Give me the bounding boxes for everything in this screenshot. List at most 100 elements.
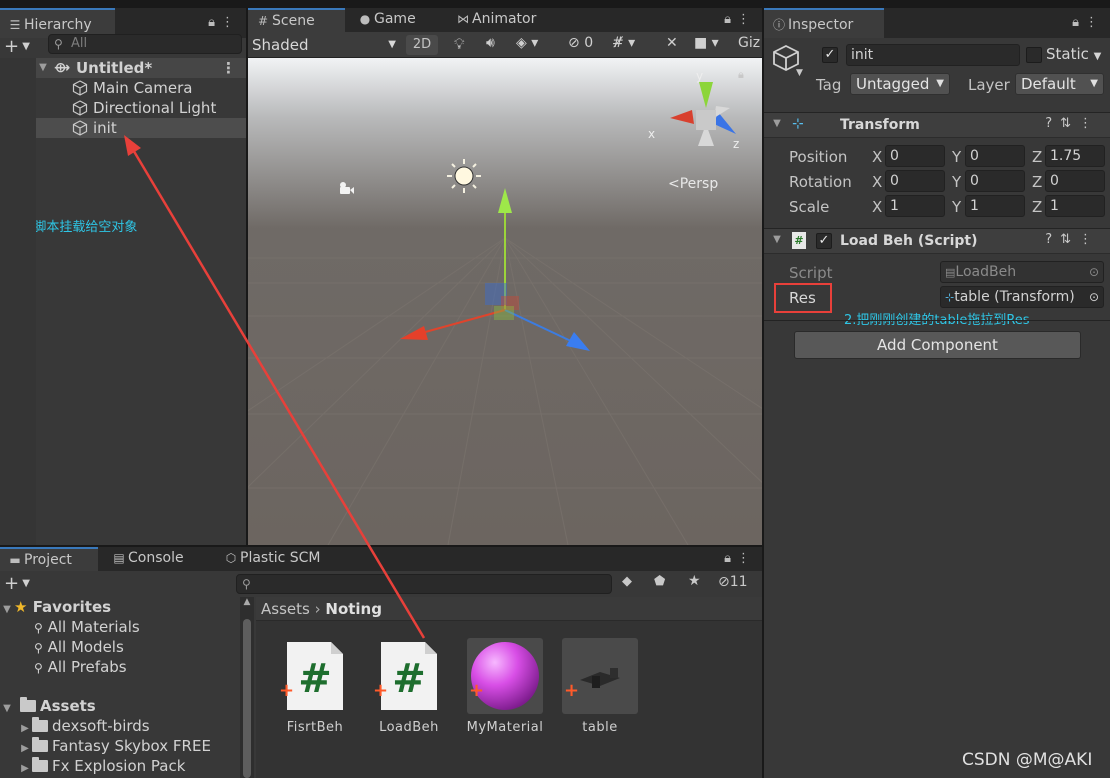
transform-header[interactable]: ▼ ⊹ Transform ?⇅⋮ [764, 112, 1110, 138]
scroll-thumb[interactable] [243, 619, 251, 778]
lock-and-menu-icon[interactable]: 🔒︎⋮ [724, 547, 756, 571]
expand-icon[interactable]: ▶ [18, 759, 32, 778]
layer-dropdown[interactable]: Default ▼ [1015, 73, 1104, 95]
script-component-header[interactable]: ▼ # ✓ Load Beh (Script) ?⇅⋮ [764, 228, 1110, 254]
folder-fx-explosion[interactable]: ▶ Fx Explosion Pack [0, 756, 240, 776]
script-value: LoadBeh [955, 264, 1017, 280]
rotation-x-field[interactable]: 0 [885, 170, 945, 192]
scale-y-field[interactable]: 1 [965, 195, 1025, 217]
collapse-icon[interactable]: ▼ [770, 234, 784, 245]
object-picker-icon[interactable]: ⊙ [1089, 262, 1099, 282]
component-actions-icon[interactable]: ?⇅⋮ [1045, 232, 1100, 247]
rotation-y-field[interactable]: 0 [965, 170, 1025, 192]
filter-by-label-icon[interactable]: ⬟ [654, 574, 665, 589]
scene-row[interactable]: ▼ ⟴ Untitled* ⋮ [0, 58, 246, 78]
axis-z-label: Z [1032, 173, 1043, 191]
gizmos-dropdown[interactable]: Giz [738, 35, 760, 51]
breadcrumb-current: Noting [325, 600, 382, 618]
favorites-row[interactable]: ▼ ★ Favorites [0, 597, 240, 617]
tab-scene[interactable]: # Scene [248, 8, 345, 32]
axis-x-label: X [872, 198, 883, 216]
shading-mode-value: Shaded [252, 36, 309, 54]
hierarchy-item-label: Main Camera [93, 79, 193, 97]
lighting-toggle-icon[interactable]: 💡︎ [454, 35, 465, 53]
folder-label: Fantasy Skybox FREE [52, 737, 211, 755]
rotation-z-field[interactable]: 0 [1045, 170, 1105, 192]
favorite-item-all-materials[interactable]: ⚲ All Materials [0, 617, 240, 637]
position-x-field[interactable]: 0 [885, 145, 945, 167]
scene-viewport[interactable]: y x z <Persp 🔒︎ [248, 58, 762, 545]
collapse-icon[interactable]: ▼ [770, 118, 784, 129]
tab-console[interactable]: ▤ Console [104, 547, 204, 571]
hierarchy-item-label: Directional Light [93, 99, 217, 117]
expand-icon[interactable]: ▼ [36, 58, 50, 78]
effects-toggle-icon[interactable]: ◈ ▾ [516, 35, 538, 51]
hierarchy-search-input[interactable]: ⚲ All [48, 34, 242, 54]
scroll-up-icon[interactable]: ▲ [240, 597, 254, 607]
hierarchy-tab-label: Hierarchy [24, 17, 92, 33]
object-name-field[interactable]: init [846, 44, 1020, 66]
object-picker-icon[interactable]: ⊙ [1089, 287, 1099, 307]
tag-dropdown[interactable]: Untagged ▼ [850, 73, 950, 95]
scene-menu-icon[interactable]: ⋮ [221, 58, 236, 78]
hidden-objects-toggle[interactable]: ⊘ 0 [568, 35, 593, 51]
folder-fantasy-skybox[interactable]: ▶ Fantasy Skybox FREE [0, 736, 240, 756]
audio-toggle-icon[interactable]: 🔊︎ [486, 35, 495, 51]
filter-by-type-icon[interactable]: ◆ [622, 574, 632, 589]
tools-icon[interactable]: ✕ [666, 35, 678, 51]
hierarchy-item-init[interactable]: init [0, 118, 246, 138]
folder-icon [32, 757, 48, 772]
static-checkbox[interactable] [1026, 47, 1042, 63]
favorite-item-all-models[interactable]: ⚲ All Models [0, 637, 240, 657]
asset-item-mymaterial[interactable]: + MyMaterial [465, 638, 545, 735]
lock-view-icon[interactable]: 🔒︎ [738, 68, 744, 81]
hidden-packages-toggle[interactable]: ⊘11 [718, 574, 748, 590]
scale-z-field[interactable]: 1 [1045, 195, 1105, 217]
asset-item-loadbeh[interactable]: # + LoadBeh [369, 638, 449, 735]
shading-mode-dropdown[interactable]: Shaded ▼ [252, 35, 398, 55]
tab-project[interactable]: ▬ Project [0, 547, 98, 571]
active-checkbox[interactable]: ✓ [822, 47, 838, 63]
position-z-field[interactable]: 1.75 [1045, 145, 1105, 167]
add-object-button[interactable]: + ▼ [4, 36, 30, 57]
inspector-tab-label: Inspector [788, 17, 854, 33]
breadcrumb-root[interactable]: Assets [261, 600, 310, 618]
camera-icon[interactable]: ■ ▾ [694, 35, 719, 51]
lock-and-menu-icon[interactable]: 🔒︎⋮ [724, 8, 756, 32]
tab-game[interactable]: ● Game [350, 8, 440, 32]
asset-item-table[interactable]: + table [560, 638, 640, 735]
icon-picker-caret[interactable]: ▼ [796, 68, 803, 78]
project-search-input[interactable]: ⚲ [236, 574, 612, 594]
layer-value: Default [1021, 75, 1076, 93]
assets-root-row[interactable]: ▼ Assets [0, 696, 240, 716]
static-dropdown[interactable]: Static ▼ [1046, 45, 1101, 63]
component-actions-icon[interactable]: ?⇅⋮ [1045, 116, 1100, 131]
tab-animator[interactable]: ⋈ Animator [448, 8, 558, 32]
hierarchy-item-directional-light[interactable]: Directional Light [0, 98, 246, 118]
tab-inspector[interactable]: ⓘ Inspector [764, 8, 884, 38]
create-asset-button[interactable]: + ▼ [4, 573, 30, 594]
toggle-2d-button[interactable]: 2D [406, 35, 438, 55]
favorite-item-all-prefabs[interactable]: ⚲ All Prefabs [0, 657, 240, 677]
hierarchy-panel: ☰ Hierarchy 🔒︎⋮ + ▼ ⚲ All ▼ ⟴ Untitled* ⋮ … [0, 8, 246, 545]
project-tree: ▼ ★ Favorites ⚲ All Materials ⚲ All Model… [0, 597, 240, 778]
component-enabled-checkbox[interactable]: ✓ [816, 233, 832, 249]
persp-label: <Persp [668, 176, 718, 192]
tab-plastic-scm[interactable]: ⬡ Plastic SCM [216, 547, 356, 571]
scale-x-field[interactable]: 1 [885, 195, 945, 217]
hierarchy-item-main-camera[interactable]: Main Camera [0, 78, 246, 98]
add-component-button[interactable]: Add Component [794, 331, 1081, 359]
folder-dexsoft-birds[interactable]: ▶ dexsoft-birds [0, 716, 240, 736]
game-tab-label: Game [374, 11, 416, 27]
favorites-star-icon[interactable]: ★ [688, 573, 701, 589]
lock-and-menu-icon[interactable]: 🔒︎⋮ [1072, 8, 1104, 38]
grid-toggle-icon[interactable]: #̸ ▾ [612, 35, 635, 51]
asset-name: LoadBeh [379, 720, 439, 735]
tag-label: Tag [816, 76, 842, 94]
tree-scrollbar[interactable]: ▲ [240, 597, 254, 778]
position-y-field[interactable]: 0 [965, 145, 1025, 167]
inspector-divider [764, 320, 1110, 321]
asset-name: FisrtBeh [286, 720, 344, 735]
res-transform-field[interactable]: ⊹table (Transform) ⊙ [940, 286, 1104, 308]
asset-item-fisrtbeh[interactable]: # + FisrtBeh [275, 638, 355, 735]
